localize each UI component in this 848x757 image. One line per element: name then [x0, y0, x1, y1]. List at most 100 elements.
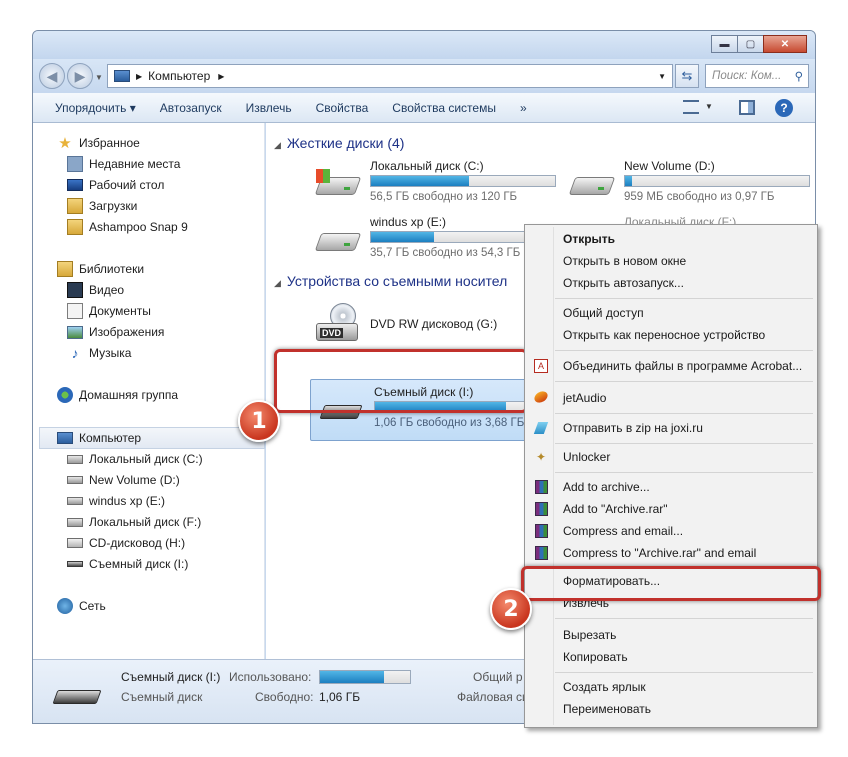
- menu-item-create-shortcut[interactable]: Создать ярлык: [563, 680, 646, 694]
- sidebar-item-recent[interactable]: Недавние места: [67, 154, 180, 174]
- sidebar-item-libraries[interactable]: Библиотеки: [57, 259, 144, 279]
- drive-c-tile[interactable]: Локальный диск (C:) 56,5 ГБ свободно из …: [314, 159, 564, 209]
- drive-usage-fill: [625, 176, 633, 186]
- minimize-button[interactable]: ▬: [711, 35, 738, 53]
- properties-button[interactable]: Свойства: [304, 101, 381, 115]
- collapse-icon: ◢: [274, 278, 281, 288]
- autoplay-button[interactable]: Автозапуск: [148, 101, 234, 115]
- preview-pane-icon[interactable]: [739, 100, 755, 115]
- address-dropdown-icon[interactable]: ▼: [658, 72, 666, 81]
- menu-item-joxi[interactable]: Отправить в zip на joxi.ru: [563, 421, 703, 435]
- menu-separator: [555, 672, 813, 673]
- menu-item-cut[interactable]: Вырезать: [563, 628, 616, 642]
- menu-item-copy[interactable]: Копировать: [563, 650, 628, 664]
- search-icon: ⚲: [794, 71, 803, 83]
- downloads-folder-icon: [67, 198, 83, 214]
- details-name: Съемный диск (I:): [121, 670, 221, 684]
- menu-item-sharing[interactable]: Общий доступ: [563, 306, 644, 320]
- sidebar-item-music[interactable]: ♪ Музыка: [67, 343, 132, 363]
- back-button[interactable]: ◀: [39, 63, 65, 89]
- breadcrumb-computer[interactable]: Компьютер: [148, 69, 210, 83]
- command-bar: Упорядочить ▾ Автозапуск Извлечь Свойств…: [33, 93, 815, 123]
- sidebar-item-drive-e[interactable]: windus xp (E:): [67, 491, 165, 511]
- sidebar-item-computer[interactable]: Компьютер: [57, 428, 141, 448]
- folder-icon: [67, 219, 83, 235]
- address-bar[interactable]: ▶ Компьютер ▶ ▼: [107, 64, 673, 88]
- menu-item-open-autoplay[interactable]: Открыть автозапуск...: [563, 276, 684, 290]
- sidebar-item-video[interactable]: Видео: [67, 280, 124, 300]
- context-menu: Открыть Открыть в новом окне Открыть авт…: [524, 224, 818, 728]
- help-icon[interactable]: ?: [775, 99, 793, 117]
- drive-icon: [568, 167, 616, 201]
- sidebar-item-desktop[interactable]: Рабочий стол: [67, 175, 164, 195]
- breadcrumb-chevron-icon[interactable]: ▶: [218, 72, 224, 81]
- view-options-icon[interactable]: [683, 100, 699, 114]
- menu-separator: [555, 350, 813, 351]
- sidebar-item-network[interactable]: Сеть: [57, 596, 106, 616]
- view-dropdown-icon[interactable]: ▼: [705, 102, 713, 111]
- refresh-button[interactable]: ⇆: [675, 64, 699, 88]
- sidebar-item-downloads[interactable]: Загрузки: [67, 196, 137, 216]
- title-bar: ▬ ▢ ✕: [33, 31, 815, 59]
- removable-group-header[interactable]: ◢ Устройства со съемными носител: [274, 273, 507, 289]
- sidebar-item-label: Домашняя группа: [79, 388, 179, 402]
- sidebar-item-homegroup[interactable]: Домашняя группа: [57, 385, 178, 405]
- close-button[interactable]: ✕: [763, 35, 807, 53]
- more-commands-button[interactable]: »: [508, 101, 539, 115]
- sidebar-item-drive-i[interactable]: Съемный диск (I:): [67, 554, 188, 574]
- drive-usage-fill: [371, 176, 469, 186]
- menu-item-add-archive[interactable]: Add to archive...: [563, 480, 650, 494]
- group-header-label: Жесткие диски (4): [286, 135, 405, 151]
- sidebar-item-label: Компьютер: [79, 431, 142, 445]
- sidebar-item-favorites[interactable]: ★ Избранное: [57, 133, 140, 153]
- sidebar-item-label: windus xp (E:): [89, 494, 166, 508]
- sidebar-item-label: Недавние места: [89, 157, 181, 171]
- drive-name: Локальный диск (C:): [370, 159, 484, 173]
- acrobat-icon: A: [533, 358, 549, 374]
- menu-item-add-archive-rar[interactable]: Add to "Archive.rar": [563, 502, 668, 516]
- eject-button[interactable]: Извлечь: [234, 101, 304, 115]
- menu-item-compress-email[interactable]: Compress and email...: [563, 524, 683, 538]
- music-icon: ♪: [71, 345, 79, 361]
- drive-usage-fill: [371, 232, 434, 242]
- sidebar-item-drive-f[interactable]: Локальный диск (F:): [67, 512, 201, 532]
- system-drive-icon: [314, 167, 362, 201]
- sidebar-item-drive-c[interactable]: Локальный диск (C:): [67, 449, 203, 469]
- back-arrow-icon: ◀: [46, 67, 58, 84]
- maximize-button[interactable]: ▢: [737, 35, 764, 53]
- xp-drive-icon: [67, 517, 83, 527]
- menu-item-acrobat[interactable]: Объединить файлы в программе Acrobat...: [563, 359, 802, 373]
- menu-item-open-portable[interactable]: Открыть как переносное устройство: [563, 328, 765, 342]
- system-properties-button[interactable]: Свойства системы: [380, 101, 508, 115]
- sidebar-item-pictures[interactable]: Изображения: [67, 322, 164, 342]
- sidebar-item-drive-h[interactable]: CD-дисковод (H:): [67, 533, 185, 553]
- hard-drives-group-header[interactable]: ◢ Жесткие диски (4): [274, 135, 404, 151]
- sidebar-item-label: Рабочий стол: [89, 178, 165, 192]
- menu-item-open[interactable]: Открыть: [563, 232, 615, 246]
- sidebar-item-label: Локальный диск (F:): [89, 515, 202, 529]
- computer-icon: [114, 70, 130, 82]
- organize-button[interactable]: Упорядочить ▾: [33, 101, 148, 115]
- menu-item-jetaudio[interactable]: jetAudio: [563, 391, 606, 405]
- sidebar-item-ashampoo[interactable]: Ashampoo Snap 9: [67, 217, 188, 237]
- video-icon: [67, 282, 83, 298]
- details-type: Съемный диск: [121, 690, 203, 704]
- drive-d-tile[interactable]: New Volume (D:) 959 МБ свободно из 0,97 …: [568, 159, 815, 209]
- sidebar-item-drive-d[interactable]: New Volume (D:): [67, 470, 180, 490]
- search-input[interactable]: Поиск: Ком... ⚲: [705, 64, 809, 88]
- drive-name: windus xp (E:): [370, 215, 447, 229]
- forward-arrow-icon: ▶: [74, 67, 86, 84]
- menu-item-unlocker[interactable]: Unlocker: [563, 450, 610, 464]
- dvd-label: DVD: [320, 328, 344, 338]
- documents-icon: [67, 303, 83, 319]
- sidebar-item-label: Съемный диск (I:): [89, 557, 189, 571]
- recent-pages-icon[interactable]: ▼: [95, 73, 103, 82]
- menu-item-rename[interactable]: Переименовать: [563, 702, 651, 716]
- jetaudio-icon: [532, 389, 550, 405]
- winrar-icon: [533, 523, 549, 539]
- menu-item-compress-rar-email[interactable]: Compress to "Archive.rar" and email: [563, 546, 756, 560]
- menu-item-open-new-window[interactable]: Открыть в новом окне: [563, 254, 686, 268]
- sidebar-item-documents[interactable]: Документы: [67, 301, 151, 321]
- sidebar-item-label: Локальный диск (C:): [89, 452, 203, 466]
- forward-button[interactable]: ▶: [67, 63, 93, 89]
